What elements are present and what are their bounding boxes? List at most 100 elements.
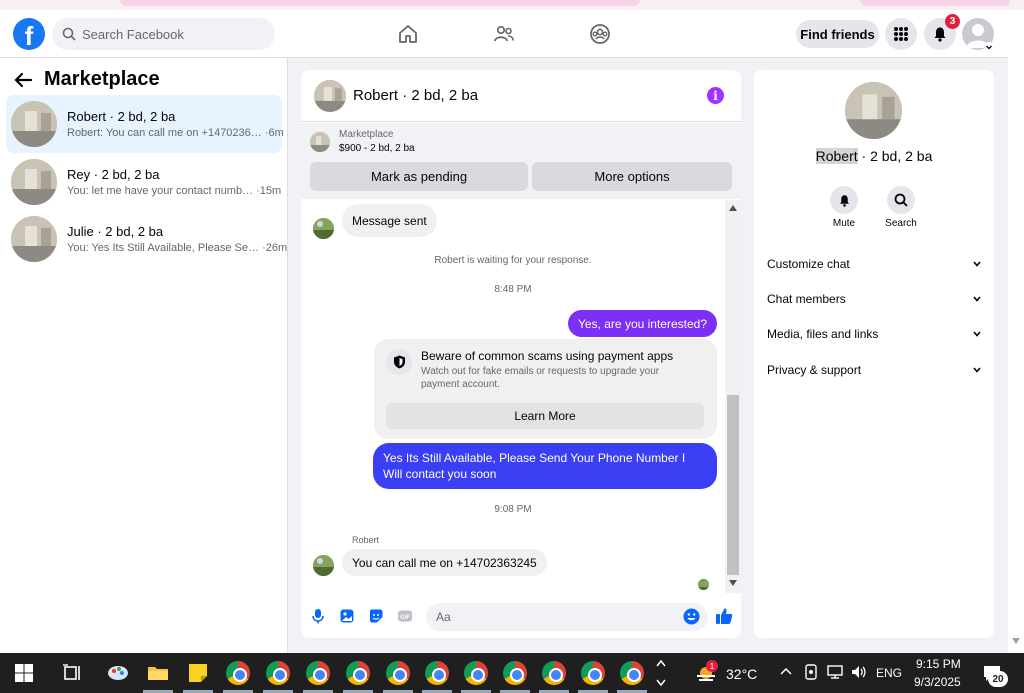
- meet-now-icon[interactable]: [804, 664, 818, 680]
- conversation-preview: Robert: You can call me on +1470236… ·6m: [67, 127, 284, 139]
- like-thumbs-up-icon[interactable]: [715, 607, 733, 625]
- mute-action[interactable]: Mute: [824, 186, 864, 229]
- chevron-down-icon: [973, 367, 981, 373]
- conversation-list-panel: Marketplace Robert · 2 bd, 2 ba Robert: …: [0, 58, 288, 653]
- file-explorer-icon[interactable]: [146, 661, 170, 685]
- gif-icon[interactable]: GIF: [397, 608, 413, 624]
- chat-header: Robert · 2 bd, 2 ba i: [301, 70, 741, 122]
- account-chevron-icon[interactable]: [984, 42, 994, 52]
- message-input-placeholder: Aa: [436, 610, 451, 624]
- groups-icon[interactable]: [588, 22, 612, 46]
- thread-scrollbar[interactable]: [725, 200, 741, 593]
- scam-warning-card: Beware of common scams using payment app…: [374, 339, 717, 439]
- mark-as-pending-button[interactable]: Mark as pending: [310, 162, 528, 191]
- chat-title[interactable]: Robert · 2 bd, 2 ba: [353, 87, 478, 104]
- section-label: Chat members: [767, 292, 846, 306]
- grid-menu-icon: [894, 27, 908, 41]
- listing-photo[interactable]: [845, 82, 902, 139]
- chrome-profile-6-icon[interactable]: [425, 661, 449, 685]
- paint-app-icon[interactable]: [106, 661, 130, 685]
- incoming-message[interactable]: You can call me on +14702363245: [342, 549, 547, 576]
- scam-warning-text: Watch out for fake emails or requests to…: [421, 366, 660, 390]
- section-label: Media, files and links: [767, 327, 879, 341]
- outgoing-message[interactable]: Yes, are you interested?: [568, 310, 717, 337]
- photo-icon[interactable]: [339, 608, 355, 624]
- search-icon: [62, 27, 76, 41]
- conversation-item-robert[interactable]: Robert · 2 bd, 2 ba Robert: You can call…: [6, 95, 284, 153]
- network-icon[interactable]: [826, 664, 844, 680]
- chrome-profile-2-icon[interactable]: [266, 661, 290, 685]
- chevron-down-icon: [973, 296, 981, 302]
- conversation-name: Rey · 2 bd, 2 ba: [67, 167, 160, 182]
- chrome-profile-9-icon[interactable]: [542, 661, 566, 685]
- search-input[interactable]: Search Facebook: [52, 18, 275, 50]
- listing-mini-thumbnail: [310, 132, 330, 152]
- scroll-down-arrow-icon[interactable]: [729, 580, 737, 586]
- message-thread: Message sent Robert is waiting for your …: [301, 200, 725, 598]
- sticker-icon[interactable]: [368, 608, 384, 624]
- home-icon[interactable]: [396, 22, 420, 46]
- section-customize-chat[interactable]: Customize chat: [767, 257, 981, 271]
- thread-scroll-thumb[interactable]: [727, 395, 739, 575]
- search-icon: [894, 193, 908, 207]
- conversation-item-rey[interactable]: Rey · 2 bd, 2 ba You: let me have your c…: [6, 153, 282, 211]
- chrome-profile-5-icon[interactable]: [386, 661, 410, 685]
- section-chat-members[interactable]: Chat members: [767, 292, 981, 306]
- bell-icon: [934, 27, 946, 42]
- search-label: Search: [885, 218, 917, 229]
- page-scrollbar[interactable]: [1008, 10, 1024, 653]
- chrome-profile-7-icon[interactable]: [464, 661, 488, 685]
- section-label: Customize chat: [767, 257, 850, 271]
- mute-label: Mute: [832, 218, 856, 229]
- task-view-icon[interactable]: [60, 661, 84, 685]
- search-action[interactable]: Search: [881, 186, 921, 229]
- conversation-name: Julie · 2 bd, 2 ba: [67, 224, 164, 239]
- chat-avatar[interactable]: [314, 79, 346, 112]
- scroll-down-arrow-icon[interactable]: [1012, 638, 1020, 644]
- scroll-up-arrow-icon[interactable]: [729, 205, 737, 211]
- chrome-profile-11-icon[interactable]: [620, 661, 644, 685]
- conversation-item-julie[interactable]: Julie · 2 bd, 2 ba You: Yes Its Still Av…: [6, 210, 287, 268]
- facebook-logo[interactable]: f: [13, 18, 45, 50]
- section-media-files-links[interactable]: Media, files and links: [767, 327, 981, 341]
- windows-start-icon[interactable]: [12, 661, 36, 685]
- speaker-volume-icon[interactable]: [850, 664, 868, 680]
- emoji-icon[interactable]: [683, 608, 700, 625]
- clock-date[interactable]: 9/3/2025: [914, 675, 961, 689]
- notification-badge: 3: [945, 14, 960, 29]
- back-arrow-icon[interactable]: [14, 72, 32, 88]
- taskbar-overflow-chevrons-icon[interactable]: [655, 657, 667, 689]
- clock-time[interactable]: 9:15 PM: [916, 657, 961, 671]
- microphone-icon[interactable]: [310, 608, 326, 624]
- find-friends-button[interactable]: Find friends: [796, 20, 879, 48]
- chrome-profile-8-icon[interactable]: [503, 661, 527, 685]
- sticky-notes-icon[interactable]: [186, 661, 210, 685]
- browser-top-strip: [0, 0, 1024, 10]
- conversation-preview: You: let me have your contact numb… ·15m: [67, 185, 282, 197]
- learn-more-button[interactable]: Learn More: [386, 403, 704, 429]
- outgoing-message[interactable]: Yes Its Still Available, Please Send You…: [373, 443, 717, 489]
- bell-icon: [839, 194, 849, 207]
- facebook-header: f Search Facebook Find friends 3: [0, 10, 1008, 58]
- listing-price[interactable]: $900 - 2 bd, 2 ba: [339, 143, 415, 154]
- svg-text:GIF: GIF: [400, 615, 410, 621]
- temperature: 32°C: [726, 666, 758, 682]
- conversation-name: Robert · 2 bd, 2 ba: [67, 109, 176, 124]
- chrome-profile-4-icon[interactable]: [346, 661, 370, 685]
- sender-avatar: [313, 218, 334, 239]
- section-privacy-support[interactable]: Privacy & support: [767, 363, 981, 377]
- chrome-profile-3-icon[interactable]: [306, 661, 330, 685]
- message-input[interactable]: Aa: [426, 603, 708, 631]
- friends-icon[interactable]: [492, 22, 516, 46]
- timestamp: 8:48 PM: [494, 284, 532, 295]
- chat-details-panel: Robert · 2 bd, 2 ba Mute Search Customiz…: [754, 70, 994, 638]
- chrome-profile-10-icon[interactable]: [581, 661, 605, 685]
- chevron-down-icon: [973, 331, 981, 337]
- chrome-profile-1-icon[interactable]: [226, 661, 250, 685]
- chevron-up-icon[interactable]: [780, 666, 792, 678]
- tab-pill: [120, 0, 640, 6]
- language-indicator[interactable]: ENG: [876, 666, 902, 680]
- more-options-button[interactable]: More options: [532, 162, 732, 191]
- menu-button[interactable]: [885, 18, 917, 50]
- info-icon[interactable]: i: [707, 87, 724, 104]
